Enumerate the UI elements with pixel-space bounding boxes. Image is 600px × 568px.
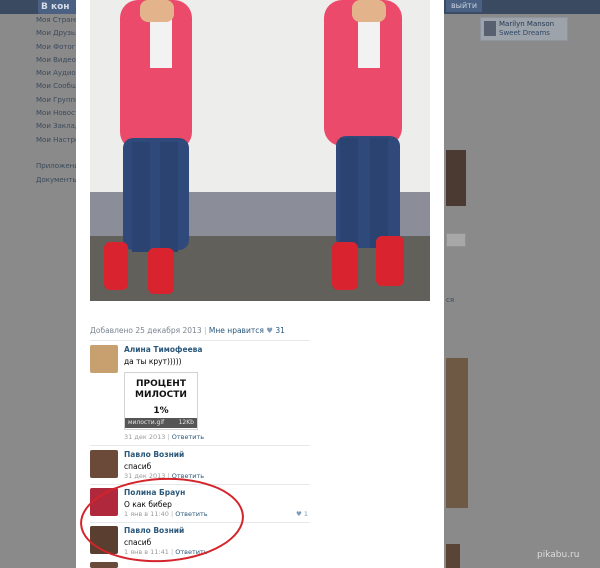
comment-date-line: 31 дек 2013 | Ответить xyxy=(124,433,205,441)
gif-info-bar: милости.gif 12Kb xyxy=(125,418,197,428)
comment-like-count: 1 xyxy=(303,510,309,518)
reply-link[interactable]: Ответить xyxy=(172,433,204,441)
side-text: ся xyxy=(446,296,455,304)
comment: Алина Тимофеева да ты крут))))) 31 дек 2… xyxy=(90,345,310,443)
gif-caption-line2: МИЛОСТИ xyxy=(135,390,187,400)
like-button[interactable]: Мне нравится xyxy=(209,326,264,335)
comment: Павло Возний спасиб 31 дек 2013 | Ответи… xyxy=(90,450,310,482)
photo[interactable] xyxy=(90,0,430,301)
audio-player[interactable]: Marilyn Manson Sweet Dreams xyxy=(480,17,568,41)
vk-logo[interactable]: В кон xyxy=(38,0,81,14)
side-widget xyxy=(446,233,466,247)
comment-author[interactable]: Павло Возний xyxy=(124,450,184,459)
gif-percent: 1% xyxy=(153,406,169,416)
logout-button[interactable]: выйти xyxy=(446,0,482,12)
side-thumbnail xyxy=(446,150,466,206)
divider xyxy=(90,445,310,446)
audio-artist: Marilyn Manson xyxy=(499,20,555,28)
gif-caption-line1: ПРОЦЕНТ xyxy=(136,379,186,389)
like-count: 31 xyxy=(275,326,285,335)
comment-partial xyxy=(90,562,310,568)
photo-added-date: Добавлено 25 декабря 2013 xyxy=(90,326,202,335)
heart-icon[interactable]: ♥ xyxy=(296,510,302,518)
side-thumbnail xyxy=(446,358,468,508)
comment-likes[interactable]: ♥ 1 xyxy=(296,510,308,518)
audio-song: Sweet Dreams xyxy=(499,29,550,37)
side-thumbnail xyxy=(446,544,460,568)
avatar[interactable] xyxy=(90,345,118,373)
comment-text: спасиб xyxy=(124,462,152,471)
heart-icon[interactable]: ♥ xyxy=(266,326,273,335)
gif-caption: ПРОЦЕНТ МИЛОСТИ xyxy=(125,379,197,401)
watermark: pikabu.ru xyxy=(537,550,580,560)
avatar[interactable] xyxy=(90,562,118,568)
divider xyxy=(90,340,310,341)
avatar[interactable] xyxy=(90,450,118,478)
gif-attachment[interactable]: ПРОЦЕНТ МИЛОСТИ 1% милости.gif 12Kb xyxy=(124,372,198,430)
photo-meta: Добавлено 25 декабря 2013 | Мне нравится… xyxy=(90,326,285,335)
comment-text: да ты крут))))) xyxy=(124,357,182,366)
photo-people-image xyxy=(104,0,404,294)
comment-author[interactable]: Алина Тимофеева xyxy=(124,345,202,354)
gif-size: 12Kb xyxy=(178,419,194,426)
gif-filename: милости.gif xyxy=(128,419,165,426)
comment-date[interactable]: 31 дек 2013 xyxy=(124,433,165,441)
play-icon[interactable] xyxy=(484,21,496,36)
